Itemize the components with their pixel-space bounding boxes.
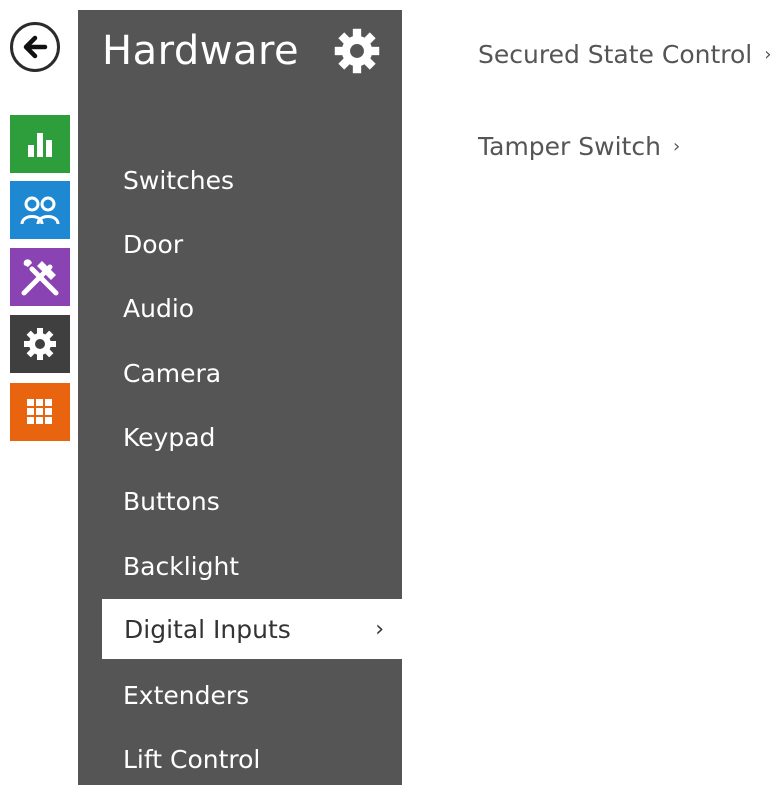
menu-item-buttons[interactable]: Buttons: [102, 471, 402, 531]
status-button[interactable]: [10, 115, 70, 173]
menu-item-keypad[interactable]: Keypad: [102, 407, 402, 467]
app-root: Hardware Switches Door Audio Camera Keyp…: [0, 0, 776, 785]
arrow-left-icon: [23, 35, 48, 59]
gear-icon: [334, 28, 380, 74]
system-button[interactable]: [10, 383, 70, 441]
gear-icon: [24, 328, 56, 360]
directory-button[interactable]: [10, 181, 70, 239]
menu-item-label: Switches: [123, 165, 235, 195]
menu-item-label: Audio: [123, 293, 195, 323]
menu-item-switches[interactable]: Switches: [102, 150, 402, 210]
menu-item-label: Door: [123, 229, 184, 259]
menu-item-backlight[interactable]: Backlight: [102, 536, 402, 596]
hardware-menu: Hardware Switches Door Audio Camera Keyp…: [78, 10, 402, 785]
menu-item-camera[interactable]: Camera: [102, 343, 402, 403]
menu-item-audio[interactable]: Audio: [102, 278, 402, 338]
link-label: Secured State Control: [478, 40, 753, 69]
back-button[interactable]: [10, 22, 60, 72]
menu-item-label: Digital Inputs: [124, 614, 291, 644]
menu-item-label: Keypad: [123, 422, 216, 452]
bar-chart-icon: [28, 133, 52, 157]
menu-item-label: Backlight: [123, 551, 240, 581]
tools-icon: [21, 259, 59, 296]
services-button[interactable]: [10, 248, 70, 306]
tamper-switch-link[interactable]: Tamper Switch ›: [478, 132, 680, 161]
hardware-button[interactable]: [10, 315, 70, 373]
menu-item-label: Extenders: [123, 680, 250, 710]
page-title: Hardware: [102, 28, 300, 74]
grid-icon: [27, 399, 52, 424]
menu-item-door[interactable]: Door: [102, 214, 402, 274]
chevron-right-icon: ›: [764, 44, 772, 65]
users-icon: [20, 196, 60, 225]
menu-item-lift-control[interactable]: Lift Control: [102, 729, 402, 785]
menu-item-label: Buttons: [123, 486, 220, 516]
chevron-right-icon: ›: [375, 616, 384, 642]
settings-button[interactable]: [332, 26, 382, 76]
menu-item-label: Camera: [123, 358, 222, 388]
secured-state-control-link[interactable]: Secured State Control ›: [478, 40, 771, 69]
menu-item-label: Lift Control: [123, 744, 261, 774]
chevron-right-icon: ›: [672, 136, 681, 157]
menu-item-digital-inputs[interactable]: Digital Inputs ›: [102, 599, 402, 659]
icon-rail: [0, 0, 78, 785]
menu-item-extenders[interactable]: Extenders: [102, 665, 402, 725]
link-label: Tamper Switch: [478, 132, 661, 161]
